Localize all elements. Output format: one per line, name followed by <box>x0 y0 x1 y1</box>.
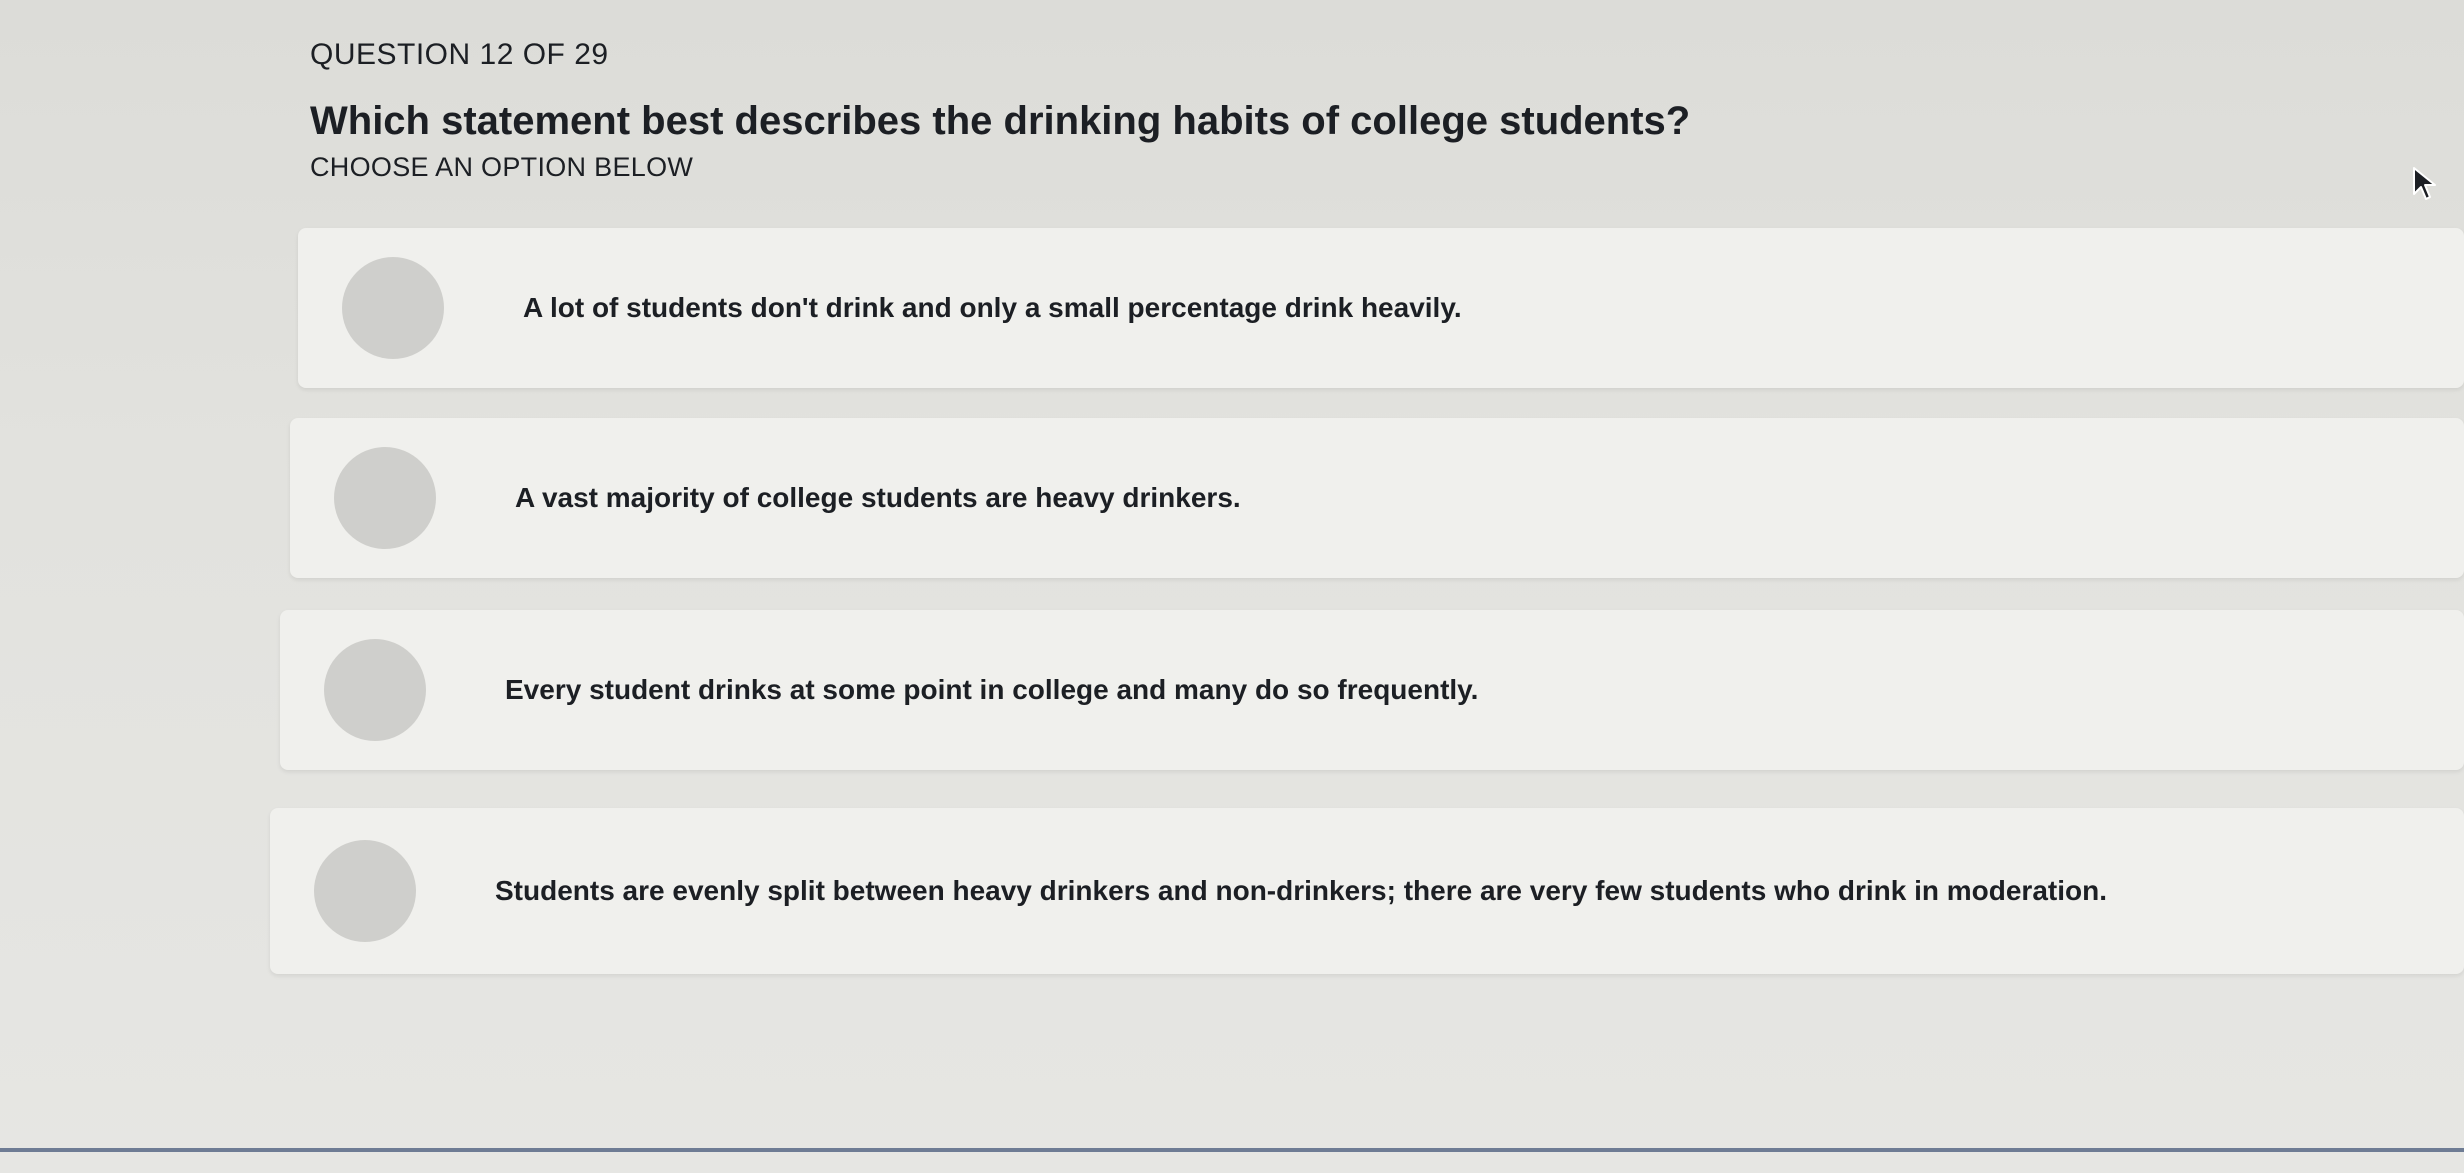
radio-button[interactable] <box>334 447 436 549</box>
radio-button[interactable] <box>324 639 426 741</box>
option-d[interactable]: Students are evenly split between heavy … <box>270 808 2464 974</box>
option-label: Students are evenly split between heavy … <box>495 875 2107 906</box>
radio-button[interactable] <box>342 257 444 359</box>
option-c[interactable]: Every student drinks at some point in co… <box>280 610 2464 770</box>
mouse-pointer-icon <box>2413 167 2436 200</box>
option-b[interactable]: A vast majority of college students are … <box>290 418 2464 578</box>
options-list: A lot of students don't drink and only a… <box>0 0 2464 1173</box>
option-label: Every student drinks at some point in co… <box>505 674 1479 705</box>
radio-button[interactable] <box>314 840 416 942</box>
option-a[interactable]: A lot of students don't drink and only a… <box>298 228 2464 388</box>
option-label: A vast majority of college students are … <box>515 482 1241 513</box>
option-label: A lot of students don't drink and only a… <box>523 292 1462 323</box>
bottom-divider <box>0 1148 2464 1152</box>
